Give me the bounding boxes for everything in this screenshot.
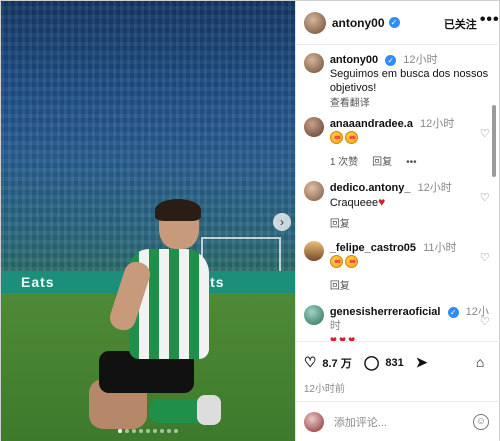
carousel-dot[interactable]: [132, 429, 136, 433]
author-avatar[interactable]: [303, 11, 326, 34]
comment-input[interactable]: 添加评论...: [334, 414, 387, 430]
ad-text: Eats: [21, 274, 55, 290]
bookmark-icon[interactable]: ⌂: [476, 354, 484, 370]
like-comment-heart-icon[interactable]: ♡: [480, 315, 490, 328]
like-comment-heart-icon[interactable]: ♡: [480, 191, 490, 204]
player-boot: [197, 395, 221, 425]
like-comment-heart-icon[interactable]: ♡: [480, 127, 490, 140]
post-time: 12小时前: [303, 384, 345, 395]
comment-author[interactable]: genesisherreraoficial: [330, 306, 441, 318]
carousel-dot[interactable]: [146, 429, 150, 433]
current-user-avatar: [303, 411, 324, 432]
share-icon[interactable]: ➤: [416, 354, 428, 371]
comment-text-content: Craqueee: [329, 197, 379, 209]
comment-item: dedico.antony_ 12小时 Craqueee♥ 回复 ♡: [303, 181, 490, 232]
reply-button[interactable]: 回复: [372, 156, 392, 170]
comment-icon[interactable]: ◯: [364, 354, 380, 371]
player-hair: [155, 199, 201, 221]
author-handle[interactable]: antony00: [332, 16, 385, 30]
commenter-avatar[interactable]: [303, 305, 324, 325]
emoji-picker-icon[interactable]: ☺: [472, 414, 489, 430]
comment-author[interactable]: _felipe_castro05: [330, 242, 416, 254]
carousel-dot[interactable]: [167, 429, 171, 433]
like-count[interactable]: 8.7 万: [322, 355, 351, 371]
comment-emoji: ♥ ♥ ♥: [330, 333, 490, 341]
post-photo[interactable]: Eats Eats ›: [1, 1, 295, 441]
heart-eyes-emoji-icon: [344, 255, 358, 268]
comment-item: _felipe_castro05 11小时 回复 ♡: [303, 241, 490, 294]
verified-badge-icon: ✓: [447, 306, 459, 318]
heart-eyes-emoji-icon: [329, 255, 343, 268]
following-button[interactable]: 已关注: [444, 16, 477, 32]
player-figure: [89, 199, 221, 434]
comment-item: anaaandradee.a 12小时 1 次赞 回复 ••• ♡: [303, 117, 490, 170]
caption-author[interactable]: antony00: [330, 54, 378, 66]
more-options-icon[interactable]: •••: [480, 11, 500, 29]
comment-time: 12小时: [417, 182, 452, 194]
comment-emoji: [329, 255, 457, 272]
comment-author[interactable]: dedico.antony_: [330, 182, 411, 194]
carousel-indicator: [118, 429, 178, 433]
red-heart-emoji-icon: ♥: [338, 333, 347, 341]
caption-time: 12小时: [403, 54, 438, 66]
red-heart-emoji-icon: ♥: [378, 195, 386, 209]
commenter-avatar[interactable]: [303, 241, 324, 261]
comment-like-count[interactable]: 1 次赞: [330, 156, 358, 170]
author-avatar[interactable]: [303, 53, 324, 73]
next-slide-button[interactable]: ›: [273, 213, 291, 231]
comment-composer: 添加评论... ☺: [295, 401, 500, 441]
like-heart-icon[interactable]: ♡: [304, 354, 317, 371]
verified-badge-icon: ✓: [385, 54, 397, 66]
comment-count[interactable]: 831: [385, 357, 403, 369]
comment-time: 12小时: [420, 118, 455, 130]
like-comment-heart-icon[interactable]: ♡: [480, 251, 490, 264]
comment-more-icon[interactable]: •••: [406, 156, 417, 170]
comment-text: Craqueee♥: [330, 195, 452, 210]
scrollbar-thumb[interactable]: [491, 105, 496, 177]
comment-item: genesisherreraoficial ✓ 12小时 ♥ ♥ ♥ ♡: [303, 305, 490, 341]
comment-author[interactable]: anaaandradee.a: [330, 118, 413, 130]
carousel-dot[interactable]: [139, 429, 143, 433]
commenter-avatar[interactable]: [303, 181, 324, 201]
comments-scroll-area[interactable]: antony00 ✓ 12小时 Seguimos em busca dos no…: [296, 45, 500, 341]
carousel-dot[interactable]: [118, 429, 122, 433]
translate-link[interactable]: 查看翻译: [330, 97, 490, 111]
heart-eyes-emoji-icon: [344, 131, 358, 144]
reply-button[interactable]: 回复: [330, 280, 350, 294]
verified-badge-icon: ✓: [388, 17, 400, 28]
carousel-dot[interactable]: [160, 429, 164, 433]
post-actions: ♡ 8.7 万 ◯ 831 ➤ ⌂ 12小时前: [295, 341, 500, 401]
carousel-dot[interactable]: [174, 429, 178, 433]
commenter-avatar[interactable]: [303, 117, 324, 137]
reply-button[interactable]: 回复: [330, 218, 350, 232]
red-heart-emoji-icon: ♥: [348, 333, 356, 341]
comment-time: 11小时: [423, 242, 457, 254]
carousel-dot[interactable]: [153, 429, 157, 433]
instagram-post-view: Eats Eats › antony00 ✓ 已关注 •••: [0, 0, 500, 441]
post-caption: antony00 ✓ 12小时 Seguimos em busca dos no…: [303, 53, 490, 111]
post-side-panel: antony00 ✓ 已关注 ••• antony00 ✓ 12小时 Segui…: [294, 1, 500, 441]
caption-text: Seguimos em busca dos nossos objetivos!: [329, 68, 489, 94]
heart-eyes-emoji-icon: [329, 131, 343, 144]
red-heart-emoji-icon: ♥: [329, 333, 337, 341]
comment-emoji: [329, 131, 454, 148]
carousel-dot[interactable]: [125, 429, 129, 433]
post-header: antony00 ✓ 已关注 •••: [295, 1, 500, 45]
